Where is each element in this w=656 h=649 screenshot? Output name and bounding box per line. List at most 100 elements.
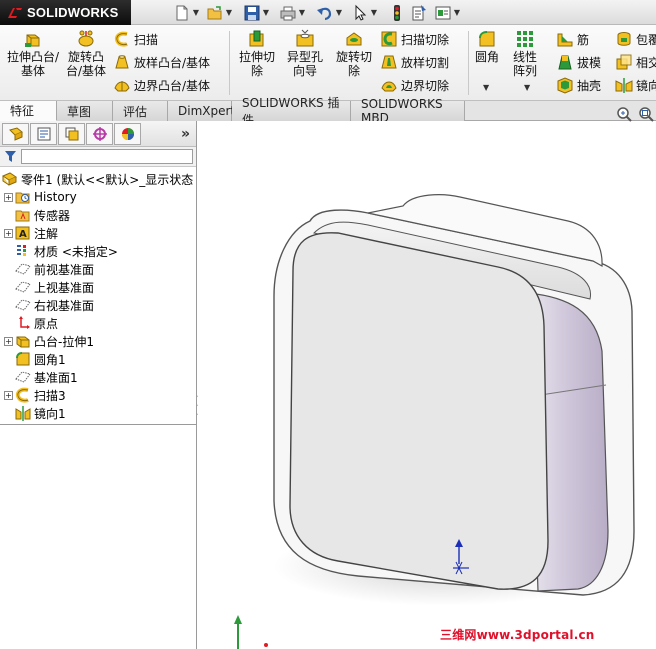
tree-item-sensors[interactable]: 传感器 xyxy=(0,206,196,224)
chevron-down-icon[interactable]: ▼ xyxy=(335,8,343,17)
extrude-boss-button[interactable]: 拉伸凸台/基体 xyxy=(6,29,60,78)
tree-item-plane1[interactable]: 基准面1 xyxy=(0,368,196,386)
draft-button[interactable]: 拔模 xyxy=(556,52,601,72)
shell-button[interactable]: 抽壳 xyxy=(556,75,601,95)
tree-filter-input[interactable] xyxy=(21,149,193,164)
chevron-down-icon[interactable]: ▼ xyxy=(298,8,306,17)
select-button[interactable]: ▼ xyxy=(351,3,378,22)
tree-item-annotations[interactable]: + A 注解 xyxy=(0,224,196,242)
more-tabs-button[interactable]: » xyxy=(181,126,190,142)
chevron-down-icon[interactable]: ▼ xyxy=(370,8,378,17)
chevron-down-icon[interactable]: ▼ xyxy=(225,8,233,17)
extrude-cut-button[interactable]: 拉伸切除 xyxy=(234,29,280,78)
print-button[interactable]: ▼ xyxy=(279,3,306,22)
undo-button[interactable]: ▼ xyxy=(316,3,343,22)
expand-toggle[interactable]: + xyxy=(4,192,13,202)
hole-wizard-button[interactable]: 异型孔向导 xyxy=(283,29,327,78)
mirror-button[interactable]: 镜向 xyxy=(615,75,656,95)
graphics-area[interactable] xyxy=(198,121,656,649)
chevron-down-icon[interactable]: ▼ xyxy=(262,8,270,17)
revolve-cut-button[interactable]: 旋转切除 xyxy=(331,29,377,78)
configuration-manager-tab[interactable] xyxy=(58,122,85,145)
intersect-label: 相交 xyxy=(636,55,656,70)
zoom-to-fit-icon[interactable] xyxy=(616,106,632,122)
history-folder-icon xyxy=(15,192,30,204)
tree-item-label: 材质 <未指定> xyxy=(34,244,118,259)
lofted-cut-label: 放样切割 xyxy=(401,55,450,70)
draft-icon xyxy=(558,55,572,70)
chevron-down-icon[interactable]: ▼ xyxy=(524,83,530,92)
loft-boss-button[interactable]: 放样凸台/基体 xyxy=(113,52,210,72)
tab-mbd[interactable]: SOLIDWORKS MBD xyxy=(351,97,465,125)
sensor-icon xyxy=(15,210,30,222)
wrap-button[interactable]: 包覆 xyxy=(615,29,656,49)
tree-item-origin[interactable]: 原点 xyxy=(0,314,196,332)
tab-sketch[interactable]: 草图 xyxy=(57,101,113,121)
command-tabs: 特征 草图 评估 DimXpert SOLIDWORKS 插件 SOLIDWOR… xyxy=(0,96,656,127)
tree-item-sweep3[interactable]: + 扫描3 xyxy=(0,386,196,404)
options-button[interactable]: ▼ xyxy=(434,3,461,22)
zoom-area-icon[interactable] xyxy=(638,106,654,122)
rebuild-button[interactable] xyxy=(388,3,406,22)
traffic-light-icon xyxy=(394,4,400,21)
expand-toggle[interactable]: + xyxy=(4,390,13,400)
tree-item-boss-extrude1[interactable]: + 凸台-拉伸1 xyxy=(0,332,196,350)
tree-root-part[interactable]: 零件1 (默认<<默认>_显示状态 xyxy=(0,170,196,188)
new-document-button[interactable]: ▼ xyxy=(173,3,200,22)
file-properties-button[interactable] xyxy=(410,3,428,22)
loft-boss-label: 放样凸台/基体 xyxy=(134,55,211,70)
display-manager-tab[interactable] xyxy=(114,122,141,145)
revolve-boss-icon xyxy=(78,30,94,47)
tree-item-label: 扫描3 xyxy=(34,388,66,403)
tab-dimxpert[interactable]: DimXpert xyxy=(168,101,235,121)
tree-item-material[interactable]: 材质 <未指定> xyxy=(0,242,196,260)
linear-pattern-button[interactable]: 线性阵列 xyxy=(508,29,542,78)
fillet-button[interactable]: 圆角 xyxy=(472,29,502,64)
boundary-boss-button[interactable]: 边界凸台/基体 xyxy=(113,75,210,95)
tab-evaluate[interactable]: 评估 xyxy=(113,101,168,121)
boundary-boss-icon xyxy=(114,81,130,92)
lofted-cut-button[interactable]: 放样切割 xyxy=(380,52,449,72)
revolve-boss-button[interactable]: 旋转凸台/基体 xyxy=(62,29,110,78)
chevron-down-icon[interactable]: ▼ xyxy=(453,8,461,17)
sweep-button[interactable]: 扫描 xyxy=(113,29,158,49)
expand-toggle[interactable]: + xyxy=(4,228,13,238)
mirror-icon xyxy=(15,406,31,421)
draft-label: 拔模 xyxy=(577,55,602,70)
solidworks-logo[interactable]: SOLIDWORKS xyxy=(0,0,131,25)
property-manager-tab[interactable] xyxy=(30,122,57,145)
expand-toggle[interactable]: + xyxy=(4,336,13,346)
feature-tree-tab[interactable] xyxy=(2,122,29,145)
tree-item-label: 传感器 xyxy=(34,208,71,223)
open-document-button[interactable]: ▼ xyxy=(206,3,233,22)
boundary-cut-button[interactable]: 边界切除 xyxy=(380,75,449,95)
save-button[interactable]: ▼ xyxy=(243,3,270,22)
sweep-icon xyxy=(15,387,29,403)
chevron-down-icon[interactable]: ▼ xyxy=(483,83,489,92)
hole-wizard-icon xyxy=(296,29,314,47)
model-viewport[interactable] xyxy=(198,121,656,649)
tree-item-front-plane[interactable]: 前视基准面 xyxy=(0,260,196,278)
configuration-manager-icon xyxy=(65,127,78,140)
fillet-label: 圆角 xyxy=(474,50,499,64)
model-front-face[interactable] xyxy=(289,232,549,590)
rib-button[interactable]: 筋 xyxy=(556,29,589,49)
tab-features[interactable]: 特征 xyxy=(0,101,57,121)
tree-item-right-plane[interactable]: 右视基准面 xyxy=(0,296,196,314)
tree-item-label: 上视基准面 xyxy=(34,280,95,295)
swept-cut-button[interactable]: 扫描切除 xyxy=(380,29,449,49)
lofted-cut-icon xyxy=(381,55,397,69)
chevron-down-icon[interactable]: ▼ xyxy=(192,8,200,17)
dimxpert-manager-tab[interactable] xyxy=(86,122,113,145)
tree-item-fillet1[interactable]: 圆角1 xyxy=(0,350,196,368)
filter-icon xyxy=(5,151,16,162)
tree-item-top-plane[interactable]: 上视基准面 xyxy=(0,278,196,296)
tree-item-mirror1[interactable]: 镜向1 xyxy=(0,404,196,422)
tree-item-history[interactable]: + History xyxy=(0,188,196,206)
ds-logo-icon xyxy=(8,7,22,18)
annotation-icon: A xyxy=(15,226,30,240)
tab-label: 草图 xyxy=(67,104,92,119)
tab-addins[interactable]: SOLIDWORKS 插件 xyxy=(232,96,351,127)
intersect-button[interactable]: 相交 xyxy=(615,52,656,72)
panel-divider[interactable] xyxy=(0,424,196,425)
